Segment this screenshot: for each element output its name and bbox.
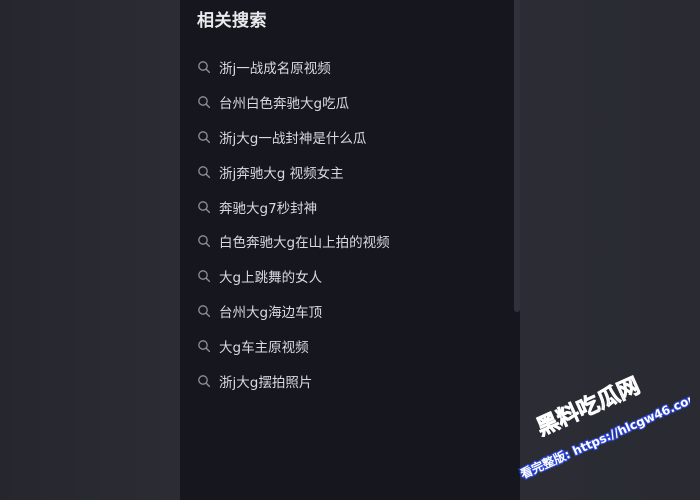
page: 相关搜索 浙j一战成名原视频 台州白色奔驰大g吃瓜 浙j大g一战封神是什么瓜 浙… <box>0 0 700 500</box>
search-icon <box>198 270 211 283</box>
list-item[interactable]: 白色奔驰大g在山上拍的视频 <box>180 224 514 259</box>
result-text: 浙j大g摆拍照片 <box>219 374 313 391</box>
related-search-panel: 相关搜索 浙j一战成名原视频 台州白色奔驰大g吃瓜 浙j大g一战封神是什么瓜 浙… <box>180 0 520 500</box>
result-text: 奔驰大g7秒封神 <box>219 200 318 217</box>
result-text: 大g上跳舞的女人 <box>219 270 323 287</box>
result-text: 浙j大g一战封神是什么瓜 <box>219 130 367 147</box>
related-search-list: 浙j一战成名原视频 台州白色奔驰大g吃瓜 浙j大g一战封神是什么瓜 浙j奔驰大g… <box>180 50 514 398</box>
result-text: 浙j奔驰大g 视频女主 <box>219 165 344 182</box>
result-text: 台州大g海边车顶 <box>219 304 323 321</box>
panel-title: 相关搜索 <box>197 11 267 31</box>
list-item[interactable]: 台州大g海边车顶 <box>180 294 514 329</box>
search-icon <box>198 305 211 318</box>
search-icon <box>198 374 211 387</box>
search-icon <box>198 235 211 248</box>
result-text: 大g车主原视频 <box>219 339 309 356</box>
search-icon <box>198 96 211 109</box>
scrollbar[interactable] <box>514 0 520 312</box>
result-text: 台州白色奔驰大g吃瓜 <box>219 96 350 113</box>
search-icon <box>198 131 211 144</box>
list-item[interactable]: 浙j奔驰大g 视频女主 <box>180 154 514 189</box>
list-item[interactable]: 浙j一战成名原视频 <box>180 50 514 85</box>
search-icon <box>198 61 211 74</box>
list-item[interactable]: 大g车主原视频 <box>180 328 514 363</box>
list-item[interactable]: 台州白色奔驰大g吃瓜 <box>180 85 514 120</box>
search-icon <box>198 200 211 213</box>
result-text: 浙j一战成名原视频 <box>219 61 331 78</box>
list-item[interactable]: 奔驰大g7秒封神 <box>180 189 514 224</box>
search-icon <box>198 165 211 178</box>
search-icon <box>198 339 211 352</box>
list-item[interactable]: 浙j大g一战封神是什么瓜 <box>180 120 514 155</box>
list-item[interactable]: 大g上跳舞的女人 <box>180 259 514 294</box>
list-item[interactable]: 浙j大g摆拍照片 <box>180 363 514 398</box>
watermark-logo: 黑料吃瓜网 看完整版: https://hlcgw46.com <box>517 372 690 482</box>
result-text: 白色奔驰大g在山上拍的视频 <box>219 235 390 252</box>
